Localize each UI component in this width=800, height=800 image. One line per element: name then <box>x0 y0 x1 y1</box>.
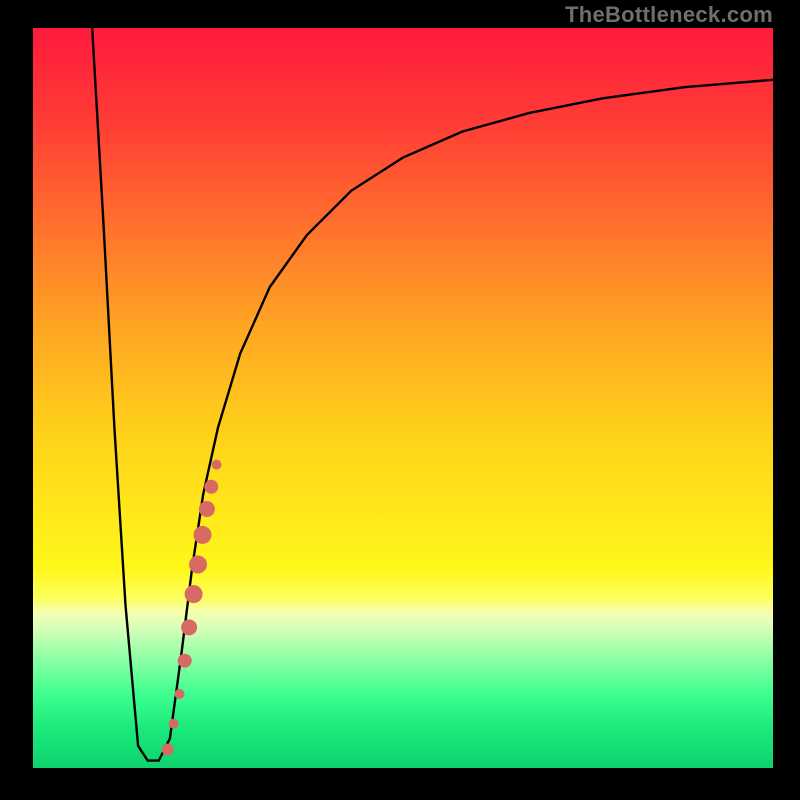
marker-dot <box>169 719 179 729</box>
watermark: TheBottleneck.com <box>565 2 773 28</box>
highlight-dots <box>162 460 222 756</box>
marker-dot <box>185 585 203 603</box>
marker-dot <box>181 619 197 635</box>
marker-dot <box>189 556 207 574</box>
marker-dot <box>199 501 215 517</box>
marker-dot <box>175 689 185 699</box>
marker-dot <box>162 744 174 756</box>
marker-dot <box>204 480 218 494</box>
bottleneck-curve <box>92 28 773 761</box>
marker-dot <box>194 526 212 544</box>
marker-dot <box>212 460 222 470</box>
chart-svg <box>0 0 800 800</box>
marker-dot <box>178 654 192 668</box>
chart-frame: TheBottleneck.com <box>0 0 800 800</box>
